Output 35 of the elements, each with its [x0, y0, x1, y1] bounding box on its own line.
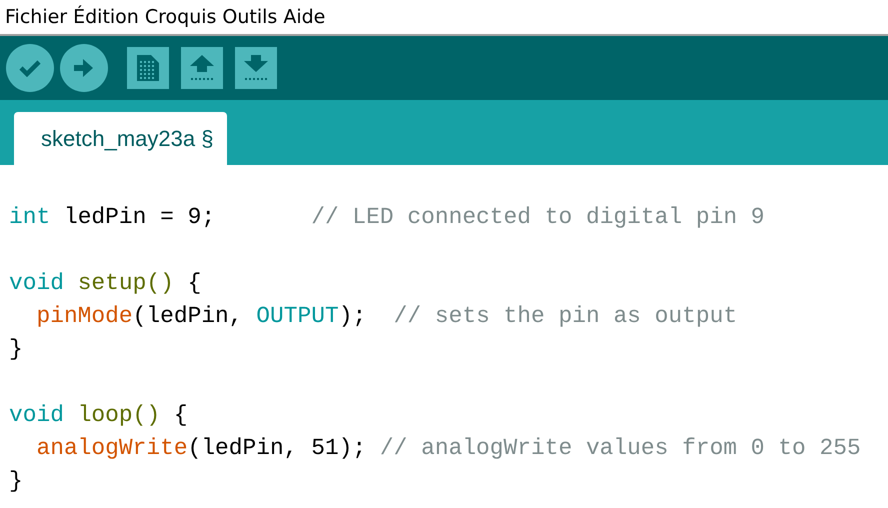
- code-token: );: [338, 303, 366, 329]
- check-button[interactable]: [6, 44, 54, 92]
- code-comment: // sets the pin as output: [392, 303, 738, 329]
- document-button[interactable]: [127, 47, 169, 89]
- menu-item[interactable]: Outils: [222, 6, 278, 28]
- code-token: (ledPin,: [132, 303, 244, 329]
- code-token: int: [9, 204, 50, 230]
- code-token: setup(): [76, 270, 174, 296]
- menu-item[interactable]: Aide: [283, 6, 326, 28]
- code-comment: // LED connected to digital pin 9: [310, 204, 765, 230]
- document-icon: [137, 55, 159, 81]
- code-token: (ledPin, 51);: [188, 435, 366, 461]
- code-comment: // analogWrite values from 0 to 255: [378, 435, 861, 461]
- code-token: void: [9, 402, 64, 428]
- menu-item[interactable]: Croquis: [144, 6, 216, 28]
- code-token: void: [9, 270, 64, 296]
- code-token: analogWrite: [35, 435, 188, 461]
- menu-item[interactable]: Fichier: [5, 6, 68, 28]
- arrow-button[interactable]: [60, 44, 108, 92]
- upload-button[interactable]: [181, 47, 223, 89]
- tab[interactable]: sketch_may23a §: [14, 112, 228, 165]
- down-arrow-icon: [244, 55, 268, 81]
- arrow-icon: [74, 59, 94, 77]
- code-token: ledPin = 9;: [62, 204, 216, 230]
- code-token: }: [9, 336, 23, 362]
- code-token: pinMode: [35, 303, 133, 329]
- up-arrow-icon: [190, 55, 214, 81]
- code-token: {: [186, 270, 202, 296]
- menu-item[interactable]: Édition: [73, 6, 139, 28]
- code-token: OUTPUT: [256, 303, 339, 329]
- code-token: {: [172, 402, 188, 428]
- code-token: loop(): [76, 402, 160, 428]
- checkmark-icon: [19, 59, 41, 77]
- code-token: }: [9, 468, 23, 494]
- download-button[interactable]: [235, 47, 277, 89]
